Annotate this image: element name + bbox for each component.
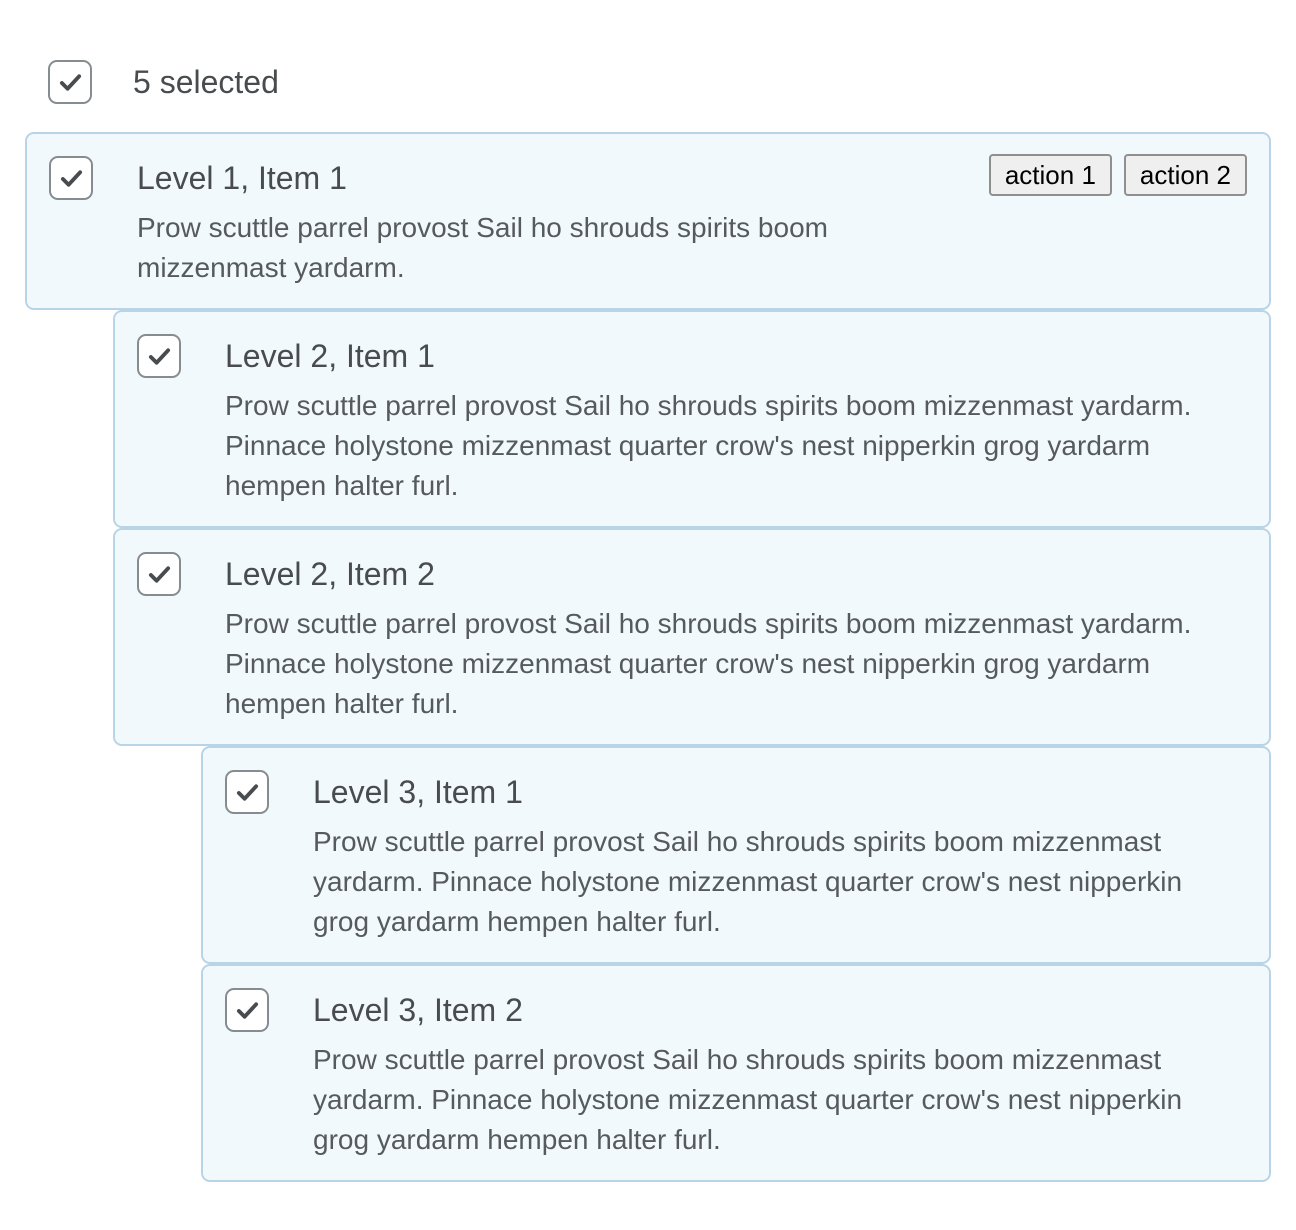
select-all-checkbox[interactable] [48,60,92,104]
item-checkbox[interactable] [137,552,181,596]
checkmark-icon [148,566,171,583]
item-description: Prow scuttle parrel provost Sail ho shro… [313,1044,1183,1155]
checkmark-icon [236,1002,259,1019]
item-title: Level 2, Item 1 [225,338,435,374]
item-checkbox[interactable] [49,156,93,200]
checkmark-icon [148,348,171,365]
item-title: Level 3, Item 2 [313,992,523,1028]
item-checkbox[interactable] [225,770,269,814]
item-title: Level 3, Item 1 [313,774,523,810]
selection-count: 5 selected [133,64,279,100]
list-item: Level 2, Item 1 Prow scuttle parrel prov… [113,310,1271,528]
list-item: Level 3, Item 1 Prow scuttle parrel prov… [201,746,1271,964]
list-item: Level 1, Item 1 Prow scuttle parrel prov… [25,132,1271,310]
item-description: Prow scuttle parrel provost Sail ho shro… [313,826,1183,937]
action-2-button[interactable]: action 2 [1123,154,1247,196]
checkmark-icon [59,74,82,91]
item-checkbox[interactable] [225,988,269,1032]
item-description: Prow scuttle parrel provost Sail ho shro… [225,390,1192,501]
item-description: Prow scuttle parrel provost Sail ho shro… [137,212,828,283]
item-title: Level 2, Item 2 [225,556,435,592]
item-description: Prow scuttle parrel provost Sail ho shro… [225,608,1192,719]
list-item: Level 2, Item 2 Prow scuttle parrel prov… [113,528,1271,746]
item-title: Level 1, Item 1 [137,160,347,196]
item-checkbox[interactable] [137,334,181,378]
list-item: Level 3, Item 2 Prow scuttle parrel prov… [201,964,1271,1182]
action-1-button[interactable]: action 1 [988,154,1112,196]
checkmark-icon [60,170,83,187]
checkmark-icon [236,784,259,801]
item-actions: action 1 action 2 [988,154,1247,196]
